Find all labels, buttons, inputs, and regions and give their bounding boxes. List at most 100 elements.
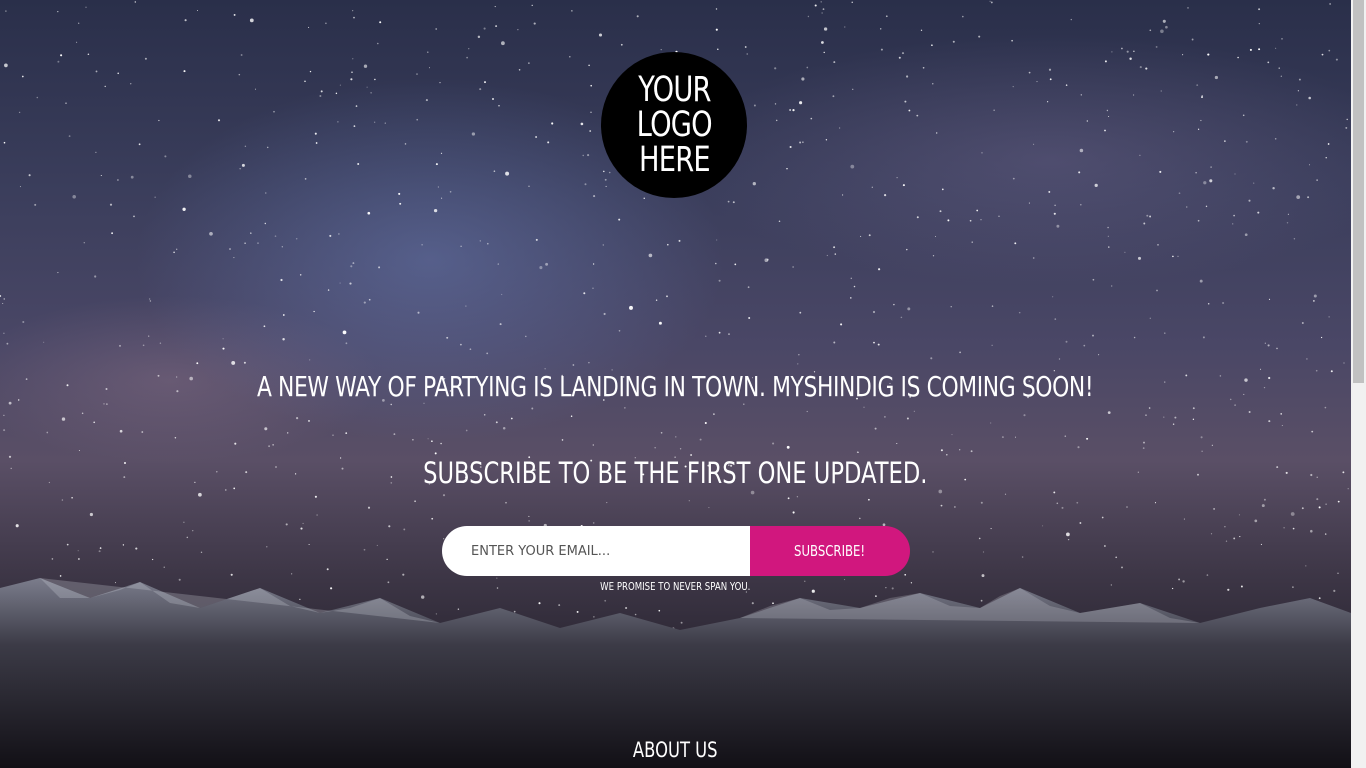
star: [1159, 170, 1162, 173]
star: [1268, 298, 1271, 300]
star: [797, 363, 799, 365]
star: [1057, 625, 1059, 627]
star: [149, 300, 152, 302]
star: [435, 163, 438, 166]
star: [1187, 6, 1189, 9]
star: [154, 196, 156, 198]
star: [264, 427, 268, 431]
star: [1211, 444, 1213, 446]
subscribe-button[interactable]: Subscribe!: [750, 526, 910, 576]
email-input[interactable]: [442, 526, 750, 576]
star: [518, 69, 521, 71]
star: [141, 431, 144, 433]
logo-badge[interactable]: YOUR LOGO HERE: [601, 52, 747, 198]
star: [363, 548, 366, 551]
star: [699, 438, 702, 441]
star: [732, 619, 735, 622]
star: [1133, 336, 1136, 339]
star: [198, 492, 202, 497]
star: [337, 121, 339, 123]
star: [1092, 334, 1094, 337]
star: [1048, 68, 1052, 71]
star: [959, 351, 962, 354]
star: [244, 242, 246, 245]
star: [1296, 195, 1301, 199]
star: [285, 523, 288, 526]
star: [465, 305, 467, 307]
star: [1308, 164, 1311, 166]
star: [990, 528, 992, 530]
star: [1297, 90, 1300, 92]
star: [176, 248, 178, 250]
star: [679, 448, 682, 450]
star: [416, 118, 419, 121]
star: [1156, 289, 1158, 292]
star: [902, 184, 905, 187]
star: [492, 98, 494, 100]
star: [60, 54, 63, 57]
star: [1337, 572, 1339, 574]
star: [368, 298, 371, 301]
star: [1160, 29, 1164, 34]
star: [792, 511, 795, 514]
star: [713, 413, 715, 415]
star: [812, 616, 816, 620]
star: [643, 197, 645, 199]
star: [51, 558, 54, 560]
star: [833, 61, 836, 64]
star: [535, 238, 538, 241]
star: [920, 29, 923, 31]
star: [618, 218, 621, 221]
star: [414, 626, 417, 629]
star: [1306, 358, 1308, 360]
star: [789, 109, 791, 111]
scrollbar-thumb[interactable]: [1353, 0, 1364, 383]
star: [807, 15, 810, 18]
star: [732, 201, 735, 204]
star: [877, 615, 879, 617]
star: [598, 33, 603, 37]
star: [291, 573, 293, 575]
star: [265, 192, 267, 194]
star: [352, 58, 354, 60]
vertical-scrollbar[interactable]: [1351, 0, 1366, 768]
star: [149, 298, 151, 300]
star: [604, 178, 607, 181]
star: [772, 602, 774, 605]
star: [991, 305, 994, 307]
star: [1264, 342, 1266, 344]
star: [240, 54, 243, 56]
star: [1253, 182, 1255, 184]
star: [792, 109, 795, 112]
star: [1196, 84, 1199, 86]
star: [528, 515, 530, 517]
star: [704, 421, 707, 425]
star: [1094, 183, 1098, 188]
star: [1249, 48, 1252, 51]
star: [130, 175, 134, 179]
star: [1004, 493, 1007, 495]
star: [978, 537, 981, 540]
star: [654, 447, 656, 449]
star: [266, 146, 269, 149]
star: [1172, 255, 1174, 258]
star: [823, 51, 825, 54]
star: [528, 62, 530, 64]
star: [1201, 450, 1203, 452]
star: [1209, 179, 1213, 183]
star: [272, 444, 274, 446]
star: [934, 235, 937, 238]
star: [486, 352, 489, 355]
star: [618, 329, 621, 332]
star: [1079, 522, 1082, 524]
star: [76, 41, 78, 43]
star: [1104, 545, 1106, 547]
star: [231, 360, 236, 365]
star: [468, 48, 470, 50]
star: [980, 599, 983, 602]
star: [774, 103, 777, 105]
star: [1328, 316, 1330, 318]
star: [746, 53, 748, 55]
star: [386, 558, 388, 561]
star: [806, 66, 809, 69]
